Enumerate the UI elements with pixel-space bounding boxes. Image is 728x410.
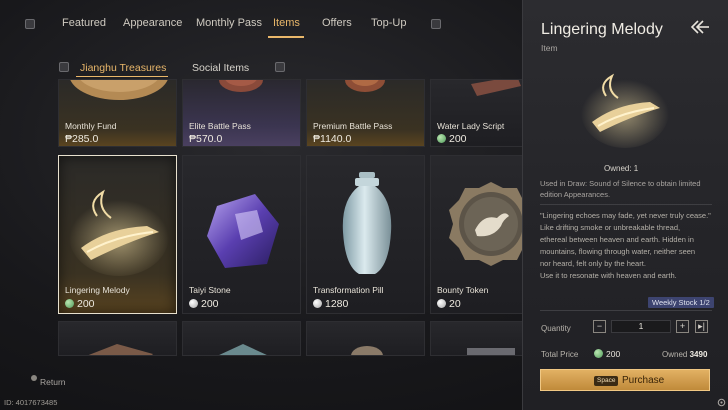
owned-currency-label: Owned (662, 350, 688, 359)
item-art (467, 348, 515, 355)
owned-count: Owned: 1 (604, 164, 639, 173)
detail-item-art (581, 73, 669, 148)
item-art (351, 346, 383, 355)
description-line: mountains, flowing through water, neithe… (540, 247, 696, 256)
item-card-row3-1[interactable] (58, 321, 177, 356)
divider (540, 204, 712, 205)
weekly-stock-badge: Weekly Stock 1/2 (648, 297, 714, 308)
price-value: 20 (449, 298, 461, 310)
settings-gear-icon[interactable] (717, 398, 726, 407)
item-name: Water Lady Script (437, 121, 505, 131)
jade-coin-icon (437, 134, 446, 143)
tab-featured[interactable]: Featured (62, 17, 106, 29)
active-subtab-indicator (76, 76, 168, 77)
item-art (88, 344, 153, 355)
price-value: 1280 (325, 298, 349, 310)
prev-subtab-key-hint[interactable] (59, 62, 69, 72)
item-price: 200 (65, 298, 95, 310)
item-name: Premium Battle Pass (313, 121, 393, 131)
item-name: Transformation Pill (313, 285, 384, 295)
quantity-max-button[interactable]: ▸| (695, 320, 708, 333)
owned-currency-value: 3490 (689, 350, 708, 359)
transformation-pill-vase-art (342, 172, 392, 274)
quantity-label: Quantity (541, 324, 571, 333)
item-price: 200 (437, 133, 467, 145)
pearl-coin-icon (189, 299, 198, 308)
item-price: 1280 (313, 298, 348, 310)
pearl-coin-icon (313, 299, 322, 308)
purchase-button[interactable]: Space Purchase (540, 369, 710, 391)
player-id: ID: 4017673485 (4, 398, 58, 407)
detail-subtitle: Item (541, 43, 558, 53)
item-price: ₱1140.0 (313, 133, 352, 145)
price-value: 200 (77, 298, 95, 310)
item-name: Elite Battle Pass (189, 121, 251, 131)
return-icon[interactable] (31, 375, 37, 381)
back-arrow-icon[interactable] (688, 18, 710, 36)
pearl-coin-icon (437, 299, 446, 308)
return-button[interactable]: Return (40, 377, 66, 387)
quantity-increase-button[interactable]: + (676, 320, 689, 333)
item-name: Lingering Melody (65, 285, 130, 295)
lingering-melody-art (69, 189, 169, 276)
subtab-jianghu-treasures[interactable]: Jianghu Treasures (80, 62, 166, 74)
item-card-taiyi-stone[interactable]: Taiyi Stone 200 (182, 155, 301, 314)
description-line: ethereal between heaven and earth. Hidde… (540, 235, 694, 244)
next-tab-key-hint[interactable] (431, 19, 441, 29)
item-detail-panel: Lingering Melody Item (522, 0, 728, 410)
prev-tab-key-hint[interactable] (25, 19, 35, 29)
usage-text: Used in Draw: Sound of Silence to obtain… (540, 179, 701, 199)
tab-offers[interactable]: Offers (322, 17, 352, 29)
space-key-hint: Space (594, 376, 619, 386)
total-price-value: 200 (594, 349, 620, 359)
item-card-row3-3[interactable] (306, 321, 425, 356)
item-card-transformation-pill[interactable]: Transformation Pill 1280 (306, 155, 425, 314)
tab-items[interactable]: Items (273, 17, 300, 29)
top-tab-bar: Featured Appearance Monthly Pass Items O… (0, 0, 522, 44)
item-card-elite-battle-pass[interactable]: Elite Battle Pass ₱570.0 (182, 79, 301, 147)
item-card-lingering-melody[interactable]: Lingering Melody 200 (58, 155, 177, 314)
jade-coin-icon (594, 349, 603, 358)
item-name: Monthly Fund (65, 121, 117, 131)
item-card-row3-2[interactable] (182, 321, 301, 356)
description-line: Like drifting smoke or unbreakable threa… (540, 223, 681, 232)
taiyi-stone-art (207, 194, 279, 268)
quantity-input[interactable]: 1 (611, 320, 671, 333)
subtab-social-items[interactable]: Social Items (192, 62, 249, 74)
description-line: nor heard, felt only by the heart. (540, 259, 646, 268)
tab-appearance[interactable]: Appearance (123, 17, 182, 29)
item-price: 20 (437, 298, 461, 310)
tab-monthly-pass[interactable]: Monthly Pass (196, 17, 262, 29)
price-value: 200 (449, 133, 467, 145)
quantity-decrease-button[interactable]: − (593, 320, 606, 333)
item-price: ₱570.0 (189, 133, 223, 145)
item-card-premium-battle-pass[interactable]: Premium Battle Pass ₱1140.0 (306, 79, 425, 147)
item-card-monthly-fund[interactable]: Monthly Fund ₱285.0 (58, 79, 177, 147)
tab-top-up[interactable]: Top-Up (371, 17, 406, 29)
premium-pass-seal-art (345, 80, 385, 92)
item-description: "Lingering echoes may fade, yet never tr… (540, 210, 716, 282)
description-line: Use it to resonate with heaven and earth… (540, 271, 677, 280)
price-value: 200 (201, 298, 219, 310)
total-price-label: Total Price (541, 350, 579, 359)
detail-title: Lingering Melody (541, 21, 663, 38)
monthly-fund-coin-art (70, 80, 168, 100)
elite-pass-seal-art (219, 80, 263, 92)
water-lady-script-art (471, 80, 521, 96)
item-name: Taiyi Stone (189, 285, 231, 295)
item-price: ₱285.0 (65, 133, 99, 145)
jade-coin-icon (65, 299, 74, 308)
total-price-amount: 200 (606, 349, 621, 359)
item-name: Bounty Token (437, 285, 489, 295)
divider (540, 310, 712, 311)
item-art (219, 344, 267, 355)
purchase-label: Purchase (622, 375, 665, 386)
description-line: "Lingering echoes may fade, yet never tr… (540, 211, 711, 220)
active-tab-indicator (268, 36, 304, 38)
item-price: 200 (189, 298, 219, 310)
owned-currency: Owned 3490 (662, 350, 707, 359)
next-subtab-key-hint[interactable] (275, 62, 285, 72)
